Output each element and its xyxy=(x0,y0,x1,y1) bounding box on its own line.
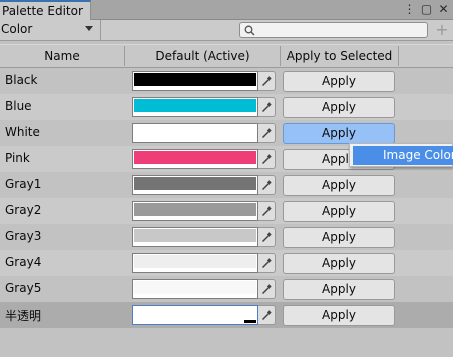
column-header-name[interactable]: Name xyxy=(0,45,124,67)
alpha-bar xyxy=(134,190,256,193)
mode-dropdown[interactable]: Color xyxy=(0,20,101,40)
close-icon[interactable]: ✕ xyxy=(437,2,450,16)
alpha-bar xyxy=(134,112,256,115)
color-field[interactable] xyxy=(132,97,258,117)
color-swatch xyxy=(134,281,256,295)
color-field[interactable] xyxy=(132,253,258,273)
apply-button[interactable]: Apply xyxy=(283,279,395,300)
row-name-label: White xyxy=(5,125,40,139)
apply-button[interactable]: Apply xyxy=(283,71,395,92)
color-swatch xyxy=(134,99,256,113)
eyedropper-icon[interactable] xyxy=(258,97,276,117)
table-row[interactable]: Blue Apply xyxy=(0,94,453,120)
row-name-label: Blue xyxy=(5,99,32,113)
eyedropper-icon[interactable] xyxy=(258,71,276,91)
menu-item-image-color[interactable]: Image Color xyxy=(353,146,453,165)
table-row[interactable]: Gray5 Apply xyxy=(0,276,453,302)
column-header-apply[interactable]: Apply to Selected xyxy=(281,45,398,67)
alpha-bar xyxy=(134,242,256,245)
row-name-label: Gray2 xyxy=(5,203,42,217)
column-header-default[interactable]: Default (Active) xyxy=(125,45,280,67)
alpha-bar xyxy=(134,164,256,167)
maximize-icon[interactable]: ▢ xyxy=(420,2,433,16)
table-header: Name Default (Active) Apply to Selected xyxy=(0,44,453,68)
eyedropper-icon[interactable] xyxy=(258,227,276,247)
color-field[interactable] xyxy=(132,305,258,325)
alpha-level xyxy=(244,320,256,323)
table-row[interactable]: Gray2 Apply xyxy=(0,198,453,224)
color-swatch xyxy=(134,151,256,165)
search-icon xyxy=(244,25,255,36)
alpha-bar xyxy=(134,216,256,219)
color-swatch xyxy=(134,229,256,243)
apply-button[interactable]: Apply xyxy=(283,97,395,118)
table-row[interactable]: 半透明 Apply xyxy=(0,302,453,328)
apply-button[interactable]: Apply xyxy=(283,227,395,248)
table-row[interactable]: Gray4 Apply xyxy=(0,250,453,276)
row-name-label: Gray5 xyxy=(5,281,42,295)
apply-button[interactable]: Apply xyxy=(283,175,395,196)
window-controls: ⋮ ▢ ✕ xyxy=(403,2,450,16)
eyedropper-icon[interactable] xyxy=(258,123,276,143)
eyedropper-icon[interactable] xyxy=(258,175,276,195)
context-menu: Image Color xyxy=(349,143,453,167)
apply-button[interactable]: Apply xyxy=(283,201,395,222)
color-field[interactable] xyxy=(132,227,258,247)
color-field[interactable] xyxy=(132,149,258,169)
apply-button[interactable]: Apply xyxy=(283,123,395,144)
mode-dropdown-value: Color xyxy=(1,22,33,36)
alpha-bar xyxy=(134,138,256,141)
table-row[interactable]: Black Apply xyxy=(0,68,453,94)
eyedropper-icon[interactable] xyxy=(258,305,276,325)
row-name-label: Gray3 xyxy=(5,229,42,243)
tab-bar: Palette Editor ⋮ ▢ ✕ xyxy=(0,0,453,20)
kebab-menu-icon[interactable]: ⋮ xyxy=(403,2,416,16)
eyedropper-icon[interactable] xyxy=(258,149,276,169)
color-field[interactable] xyxy=(132,123,258,143)
row-name-label: 半透明 xyxy=(5,309,42,323)
color-field[interactable] xyxy=(132,71,258,91)
eyedropper-icon[interactable] xyxy=(258,201,276,221)
alpha-bar xyxy=(134,86,256,89)
table-row[interactable]: Gray3 Apply xyxy=(0,224,453,250)
color-field[interactable] xyxy=(132,279,258,299)
color-swatch xyxy=(134,125,256,139)
alpha-bar xyxy=(134,268,256,271)
search-input[interactable] xyxy=(239,22,428,38)
color-swatch xyxy=(134,255,256,269)
apply-button[interactable]: Apply xyxy=(283,253,395,274)
alpha-bar xyxy=(134,294,256,297)
toolbar: Color + xyxy=(0,20,453,41)
apply-button[interactable]: Apply xyxy=(283,305,395,326)
color-swatch xyxy=(134,203,256,217)
tab-palette-editor[interactable]: Palette Editor xyxy=(0,0,91,20)
color-field[interactable] xyxy=(132,175,258,195)
color-swatch xyxy=(134,307,256,321)
color-swatch xyxy=(134,177,256,191)
chevron-down-icon xyxy=(85,26,93,31)
table-row[interactable]: Gray1 Apply xyxy=(0,172,453,198)
eyedropper-icon[interactable] xyxy=(258,253,276,273)
add-button[interactable]: + xyxy=(433,21,451,39)
row-name-label: Black xyxy=(5,73,38,87)
row-name-label: Gray1 xyxy=(5,177,42,191)
row-name-label: Pink xyxy=(5,151,30,165)
color-field[interactable] xyxy=(132,201,258,221)
eyedropper-icon[interactable] xyxy=(258,279,276,299)
row-name-label: Gray4 xyxy=(5,255,42,269)
column-divider[interactable] xyxy=(398,46,399,66)
color-swatch xyxy=(134,73,256,87)
alpha-bar xyxy=(134,320,256,323)
